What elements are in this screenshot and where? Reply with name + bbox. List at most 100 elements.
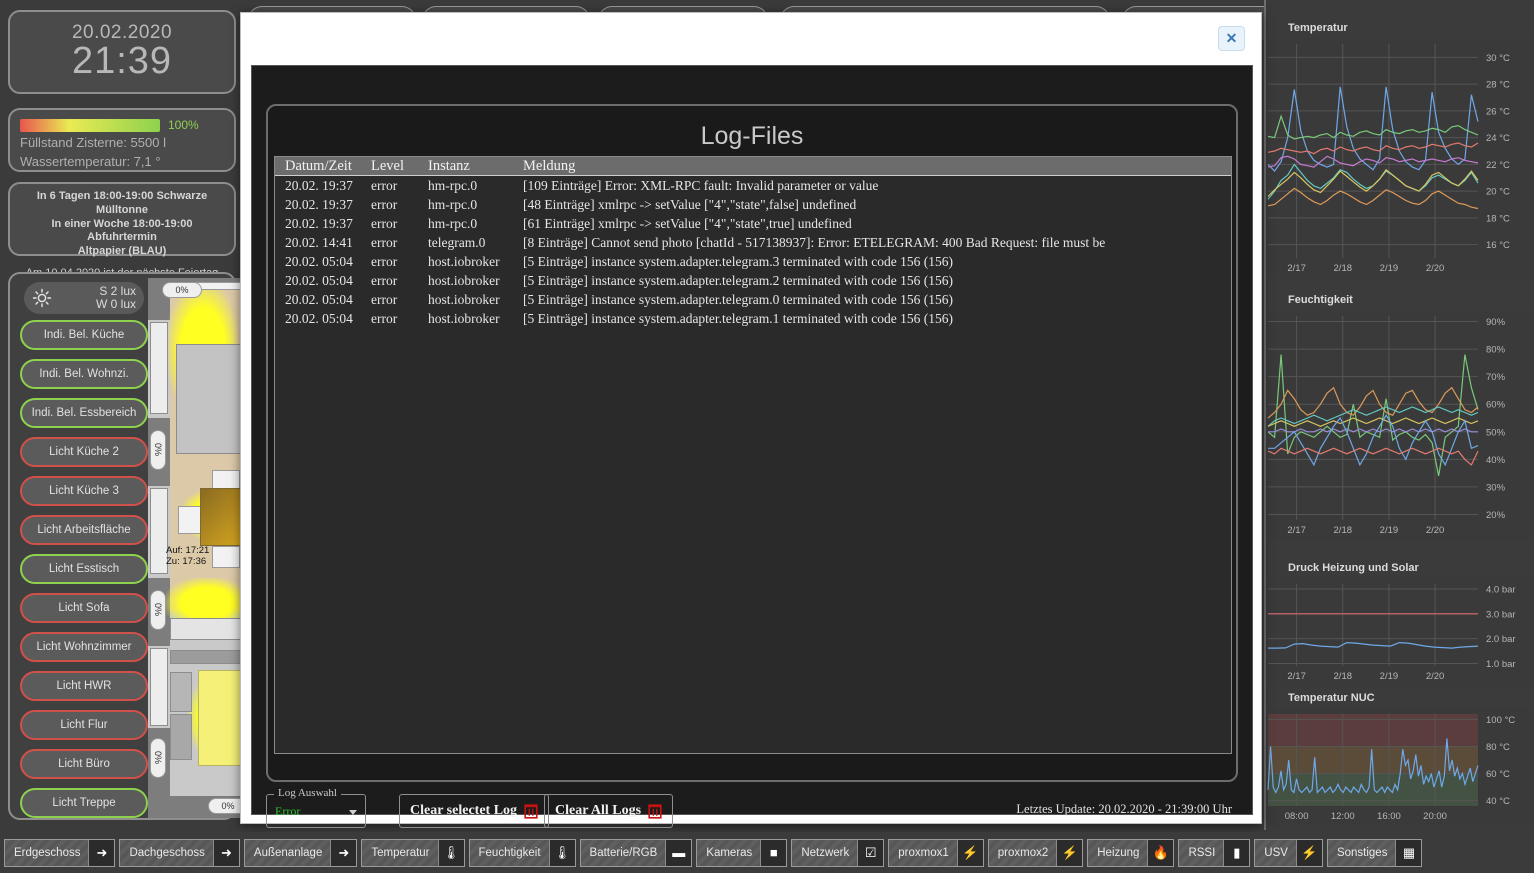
trash-icon <box>524 803 538 819</box>
nav-button-dachgeschoss[interactable]: Dachgeschoss ➜ <box>119 838 240 867</box>
sun-icon <box>32 288 52 308</box>
table-row[interactable]: 20.02. 05:04 error host.iobroker [5 Einträg… <box>275 252 1231 271</box>
nav-button-proxmox1[interactable]: proxmox1 ⚡ <box>888 838 984 867</box>
nav-button-usv[interactable]: USV ⚡ <box>1254 838 1323 867</box>
nav-button-heizung[interactable]: Heizung 🔥 <box>1087 838 1175 867</box>
floorplan[interactable]: Auf: 17:21 Zu: 17:36 0% 0% 0% 0% 0% <box>148 278 248 818</box>
chart-plot: 20% 30% 40% 50% 60% 70% 80% 90% 2/17 2/18 2/19 2/20 <box>1266 310 1534 540</box>
table-row[interactable]: 20.02. 05:04 error host.iobroker [5 Einträg… <box>275 271 1231 290</box>
svg-text:2/18: 2/18 <box>1334 671 1353 682</box>
nav-button-au-enanlage[interactable]: Außenanlage ➜ <box>243 838 358 867</box>
table-row[interactable]: 20.02. 19:37 error hm-rpc.0 [48 Einträge] x… <box>275 195 1231 214</box>
cell-message: [5 Einträge] instance system.adapter.tel… <box>523 310 953 326</box>
svg-text:16:00: 16:00 <box>1377 811 1401 822</box>
bottom-navigation: Erdgeschoss ➜ Dachgeschoss ➜ Außenanlage ➜ Tem… <box>0 832 1534 873</box>
clear-selected-log-button[interactable]: Clear selectet Log <box>399 794 550 828</box>
svg-text:08:00: 08:00 <box>1285 811 1309 822</box>
light-button[interactable]: Licht Wohnzimmer <box>20 632 148 662</box>
light-button[interactable]: Licht Esstisch <box>20 554 148 584</box>
table-row[interactable]: 20.02. 05:04 error host.iobroker [5 Einträg… <box>275 290 1231 309</box>
svg-text:2/18: 2/18 <box>1334 525 1353 536</box>
charts-sidebar: Temperatur 16 °C 18 °C 20 °C 22 °C 24 °C 26 °… <box>1264 0 1534 830</box>
nav-button-sonstiges[interactable]: Sonstiges ▦ <box>1326 838 1423 867</box>
cell-date: 20.02. 05:04 <box>285 310 353 326</box>
waste-line-3: Altpapier (BLAU) <box>77 245 167 257</box>
arrow-right-icon: ➜ <box>330 839 357 866</box>
page-title: Log-Files <box>700 122 804 150</box>
light-button[interactable]: Licht Küche 2 <box>20 437 148 467</box>
light-button[interactable]: Indi. Bel. Küche <box>20 320 148 350</box>
chart-title: Temperatur <box>1288 22 1348 34</box>
column-header-date: Datum/Zeit <box>285 157 352 174</box>
blind-indicator[interactable]: 0% <box>150 430 166 470</box>
table-row[interactable]: 20.02. 14:41 error telegram.0 [8 Einträge] … <box>275 233 1231 252</box>
chart-feuchtigkeit: Feuchtigkeit 20% 30% 40% 50% 60% 70% 80% 90% 2/1… <box>1266 294 1534 540</box>
cell-instance: hm-rpc.0 <box>428 215 478 231</box>
svg-text:20 °C: 20 °C <box>1486 187 1510 198</box>
clear-all-logs-button[interactable]: Clear All Logs <box>544 794 674 828</box>
svg-text:60%: 60% <box>1486 400 1506 411</box>
light-button[interactable]: Licht Büro <box>20 749 148 779</box>
cell-message: [109 Einträge] Error: XML-RPC fault: Inv… <box>523 177 879 193</box>
svg-text:40 °C: 40 °C <box>1486 796 1510 807</box>
cell-date: 20.02. 19:37 <box>285 177 353 193</box>
cistern-level: Füllstand Zisterne: 5500 l <box>20 135 166 150</box>
bolt-icon: ⚡ <box>1056 839 1083 866</box>
cell-message: [61 Einträge] xmlrpc -> setValue ["4","s… <box>523 215 852 231</box>
clear-selected-log-label: Clear selectet Log <box>410 803 518 818</box>
nav-button-netzwerk[interactable]: Netzwerk ☑ <box>791 838 885 867</box>
light-button[interactable]: Licht Flur <box>20 710 148 740</box>
svg-text:30 °C: 30 °C <box>1486 53 1510 64</box>
log-table[interactable]: Datum/Zeit Level Instanz Meldung 20.02. … <box>274 156 1232 754</box>
cell-date: 20.02. 05:04 <box>285 253 353 269</box>
blind-indicator[interactable]: 0% <box>150 738 166 778</box>
cell-date: 20.02. 19:37 <box>285 196 353 212</box>
cell-instance: host.iobroker <box>428 310 500 326</box>
close-icon[interactable]: ✕ <box>1218 26 1245 51</box>
table-row[interactable]: 20.02. 05:04 error host.iobroker [5 Einträg… <box>275 309 1231 328</box>
svg-text:2/19: 2/19 <box>1380 671 1399 682</box>
nav-button-proxmox2[interactable]: proxmox2 ⚡ <box>987 838 1084 867</box>
blind-indicator[interactable]: 0% <box>150 590 166 630</box>
nav-button-label: proxmox1 <box>898 846 949 859</box>
blind-value: 0% <box>153 443 163 457</box>
log-level-select[interactable]: Log Auswahl Error <box>266 787 366 828</box>
svg-text:30%: 30% <box>1486 482 1506 493</box>
svg-text:80%: 80% <box>1486 345 1506 356</box>
light-button-label: Licht HWR <box>56 680 112 692</box>
light-button[interactable]: Licht Sofa <box>20 593 148 623</box>
cistern-percent: 100% <box>168 118 199 132</box>
nav-button-kameras[interactable]: Kameras ■ <box>696 838 788 867</box>
nav-button-feuchtigkeit[interactable]: Feuchtigkeit 🌡 <box>468 838 576 867</box>
chart-title: Feuchtigkeit <box>1288 294 1353 306</box>
blind-value: 0% <box>175 285 189 295</box>
light-button-label: Licht Treppe <box>52 797 116 809</box>
log-panel: Log-Files Datum/Zeit Level Instanz Meldu… <box>266 104 1238 782</box>
chart-plot: 16 °C 18 °C 20 °C 22 °C 24 °C 26 °C 28 °C 30 °C… <box>1266 38 1534 278</box>
svg-text:90%: 90% <box>1486 317 1506 328</box>
nav-button-batterie-rgb[interactable]: Batterie/RGB ▬ <box>579 838 693 867</box>
table-row[interactable]: 20.02. 19:37 error hm-rpc.0 [61 Einträge] x… <box>275 214 1231 233</box>
light-button-label: Licht Küche 3 <box>49 485 119 497</box>
light-button[interactable]: Licht HWR <box>20 671 148 701</box>
arrow-right-icon: ➜ <box>88 839 115 866</box>
nav-button-temperatur[interactable]: Temperatur 🌡 <box>361 838 465 867</box>
light-button[interactable]: Indi. Bel. Wohnzi. <box>20 359 148 389</box>
nav-button-rssi[interactable]: RSSI ▮ <box>1178 838 1251 867</box>
light-button[interactable]: Indi. Bel. Essbereich <box>20 398 148 428</box>
chart-plot: 1.0 bar 2.0 bar 3.0 bar 4.0 bar 2/17 2/18 2/19… <box>1266 578 1534 686</box>
svg-text:2/20: 2/20 <box>1426 525 1445 536</box>
cell-instance: telegram.0 <box>428 234 486 250</box>
nav-button-erdgeschoss[interactable]: Erdgeschoss ➜ <box>4 838 116 867</box>
blind-indicator[interactable]: 0% <box>162 282 202 298</box>
chart-title: Druck Heizung und Solar <box>1288 562 1419 574</box>
last-update-label: Letztes Update: 20.02.2020 - 21:39:00 Uh… <box>1016 802 1232 816</box>
svg-text:4.0 bar: 4.0 bar <box>1486 584 1516 595</box>
light-button[interactable]: Licht Arbeitsfläche <box>20 515 148 545</box>
light-button[interactable]: Licht Küche 3 <box>20 476 148 506</box>
lux-south: S 2 lux <box>99 283 136 298</box>
table-row[interactable]: 20.02. 19:37 error hm-rpc.0 [109 Einträge] … <box>275 176 1231 195</box>
svg-text:2/17: 2/17 <box>1287 525 1306 536</box>
thermometer-icon: 🌡 <box>437 839 464 866</box>
light-button[interactable]: Licht Treppe <box>20 788 148 818</box>
